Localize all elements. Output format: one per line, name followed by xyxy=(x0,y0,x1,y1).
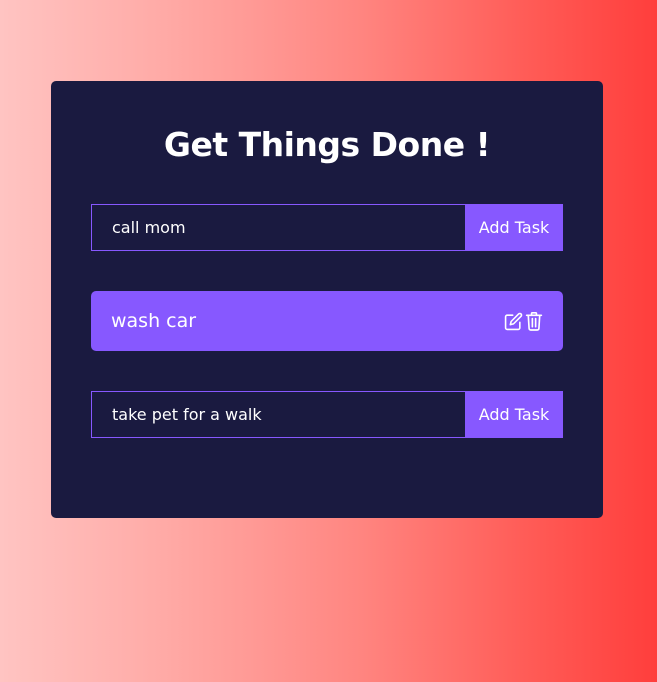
add-task-button[interactable]: Add Task xyxy=(465,204,563,251)
edit-icon[interactable] xyxy=(504,311,523,331)
edit-task-form: Add Task xyxy=(91,391,563,438)
todo-app-panel: Get Things Done ! Add Task wash car xyxy=(51,81,603,518)
trash-icon[interactable] xyxy=(524,311,543,331)
edit-task-input[interactable] xyxy=(91,391,465,438)
todo-item: wash car xyxy=(91,291,563,351)
new-task-form: Add Task xyxy=(91,204,563,251)
todo-item-actions xyxy=(504,311,543,331)
todo-item-text: wash car xyxy=(111,310,197,332)
app-title: Get Things Done ! xyxy=(163,125,491,164)
new-task-input[interactable] xyxy=(91,204,465,251)
add-task-button[interactable]: Add Task xyxy=(465,391,563,438)
